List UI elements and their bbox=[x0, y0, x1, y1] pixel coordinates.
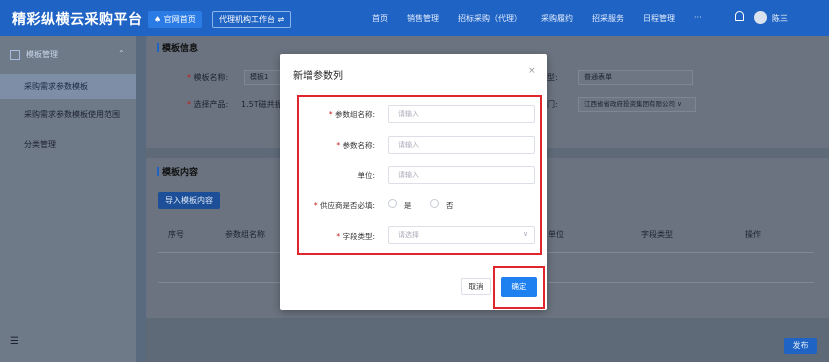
sidebar-section-label: 模板管理 bbox=[26, 50, 58, 59]
unit-label: 单位: bbox=[357, 171, 375, 180]
nav-tender[interactable]: 招标采购（代理） bbox=[458, 13, 522, 24]
sidebar: 模板管理 ⌃ 采购需求参数模板 采购需求参数模板使用范围 分类管理 ☰ bbox=[0, 36, 136, 362]
col-index: 序号 bbox=[168, 230, 184, 239]
template-name-field[interactable]: 模板1 bbox=[244, 70, 284, 85]
avatar[interactable] bbox=[754, 11, 767, 24]
department-select[interactable]: 江西省省政府投资集团有限公司 ∨ bbox=[578, 97, 696, 112]
radio-yes-label[interactable]: 是 bbox=[404, 200, 412, 211]
platform-logo-title: 精彩纵横云采购平台 bbox=[12, 12, 143, 28]
nav-sales[interactable]: 销售管理 bbox=[407, 13, 439, 24]
field-type-label: * 字段类型: bbox=[336, 232, 375, 241]
field-type-select[interactable]: 请选择 bbox=[388, 226, 535, 244]
user-name[interactable]: 陈三 bbox=[772, 13, 788, 24]
chevron-up-icon: ⌃ bbox=[118, 49, 125, 58]
top-navigation-bar: 精彩纵横云采购平台 ♠ 官网首页 代理机构工作台 ⇌ 首页 销售管理 招标采购（… bbox=[0, 0, 829, 36]
department-label: 门: bbox=[547, 100, 558, 109]
chevron-down-icon: ∨ bbox=[523, 230, 529, 238]
publish-button[interactable]: 发布 bbox=[784, 338, 817, 354]
import-template-button[interactable]: 导入模板内容 bbox=[158, 192, 220, 209]
main-nav: 首页 销售管理 招标采购（代理） 采购履约 招采服务 日程管理 ··· bbox=[372, 13, 721, 24]
template-type-select[interactable]: 普通表单 bbox=[578, 70, 693, 85]
sidebar-item-category[interactable]: 分类管理 bbox=[0, 132, 136, 157]
col-field-type: 字段类型 bbox=[641, 230, 673, 239]
radio-yes[interactable] bbox=[388, 199, 397, 208]
col-action: 操作 bbox=[745, 230, 761, 239]
param-group-name-label: * 参数组名称: bbox=[328, 110, 375, 119]
template-type-label: 型: bbox=[547, 73, 558, 82]
unit-input[interactable]: 请输入 bbox=[388, 166, 535, 184]
bell-icon[interactable] bbox=[735, 11, 744, 21]
collapse-menu-icon[interactable]: ☰ bbox=[10, 336, 19, 347]
product-label: * 选择产品: bbox=[187, 100, 229, 109]
agent-workbench-switch[interactable]: 代理机构工作台 ⇌ bbox=[212, 11, 292, 28]
col-param-group: 参数组名称 bbox=[225, 230, 265, 239]
nav-home[interactable]: 首页 bbox=[372, 13, 388, 24]
cancel-button[interactable]: 取消 bbox=[461, 278, 491, 295]
col-unit: 单位 bbox=[548, 230, 564, 239]
radio-no[interactable] bbox=[430, 199, 439, 208]
close-icon[interactable]: × bbox=[528, 66, 536, 76]
param-name-label: * 参数名称: bbox=[336, 141, 375, 150]
confirm-button[interactable]: 确定 bbox=[501, 277, 537, 297]
radio-no-label[interactable]: 否 bbox=[446, 200, 454, 211]
template-content-title: 模板内容 bbox=[157, 165, 198, 178]
template-icon bbox=[10, 49, 20, 60]
official-home-button[interactable]: ♠ 官网首页 bbox=[148, 11, 202, 28]
nav-performance[interactable]: 采购履约 bbox=[541, 13, 573, 24]
dialog-title: 新增参数列 bbox=[293, 71, 343, 82]
sidebar-section-template-management[interactable]: 模板管理 ⌃ bbox=[10, 49, 125, 60]
param-name-input[interactable]: 请输入 bbox=[388, 136, 535, 154]
template-info-title: 模板信息 bbox=[157, 41, 198, 54]
supplier-required-label: * 供应商是否必填: bbox=[313, 201, 375, 210]
nav-more[interactable]: ··· bbox=[694, 13, 702, 24]
template-name-label: * 模板名称: bbox=[187, 73, 229, 82]
sidebar-item-param-template[interactable]: 采购需求参数模板 bbox=[0, 74, 136, 99]
product-value: 1.5T磁共振 bbox=[241, 100, 283, 109]
add-param-column-dialog: 新增参数列 × * 参数组名称: 请输入 * 参数名称: 请输入 单位: 请输入… bbox=[280, 54, 547, 310]
param-group-name-input[interactable]: 请输入 bbox=[388, 105, 535, 123]
sidebar-item-template-scope[interactable]: 采购需求参数模板使用范围 bbox=[0, 102, 136, 127]
nav-service[interactable]: 招采服务 bbox=[592, 13, 624, 24]
nav-schedule[interactable]: 日程管理 bbox=[643, 13, 675, 24]
